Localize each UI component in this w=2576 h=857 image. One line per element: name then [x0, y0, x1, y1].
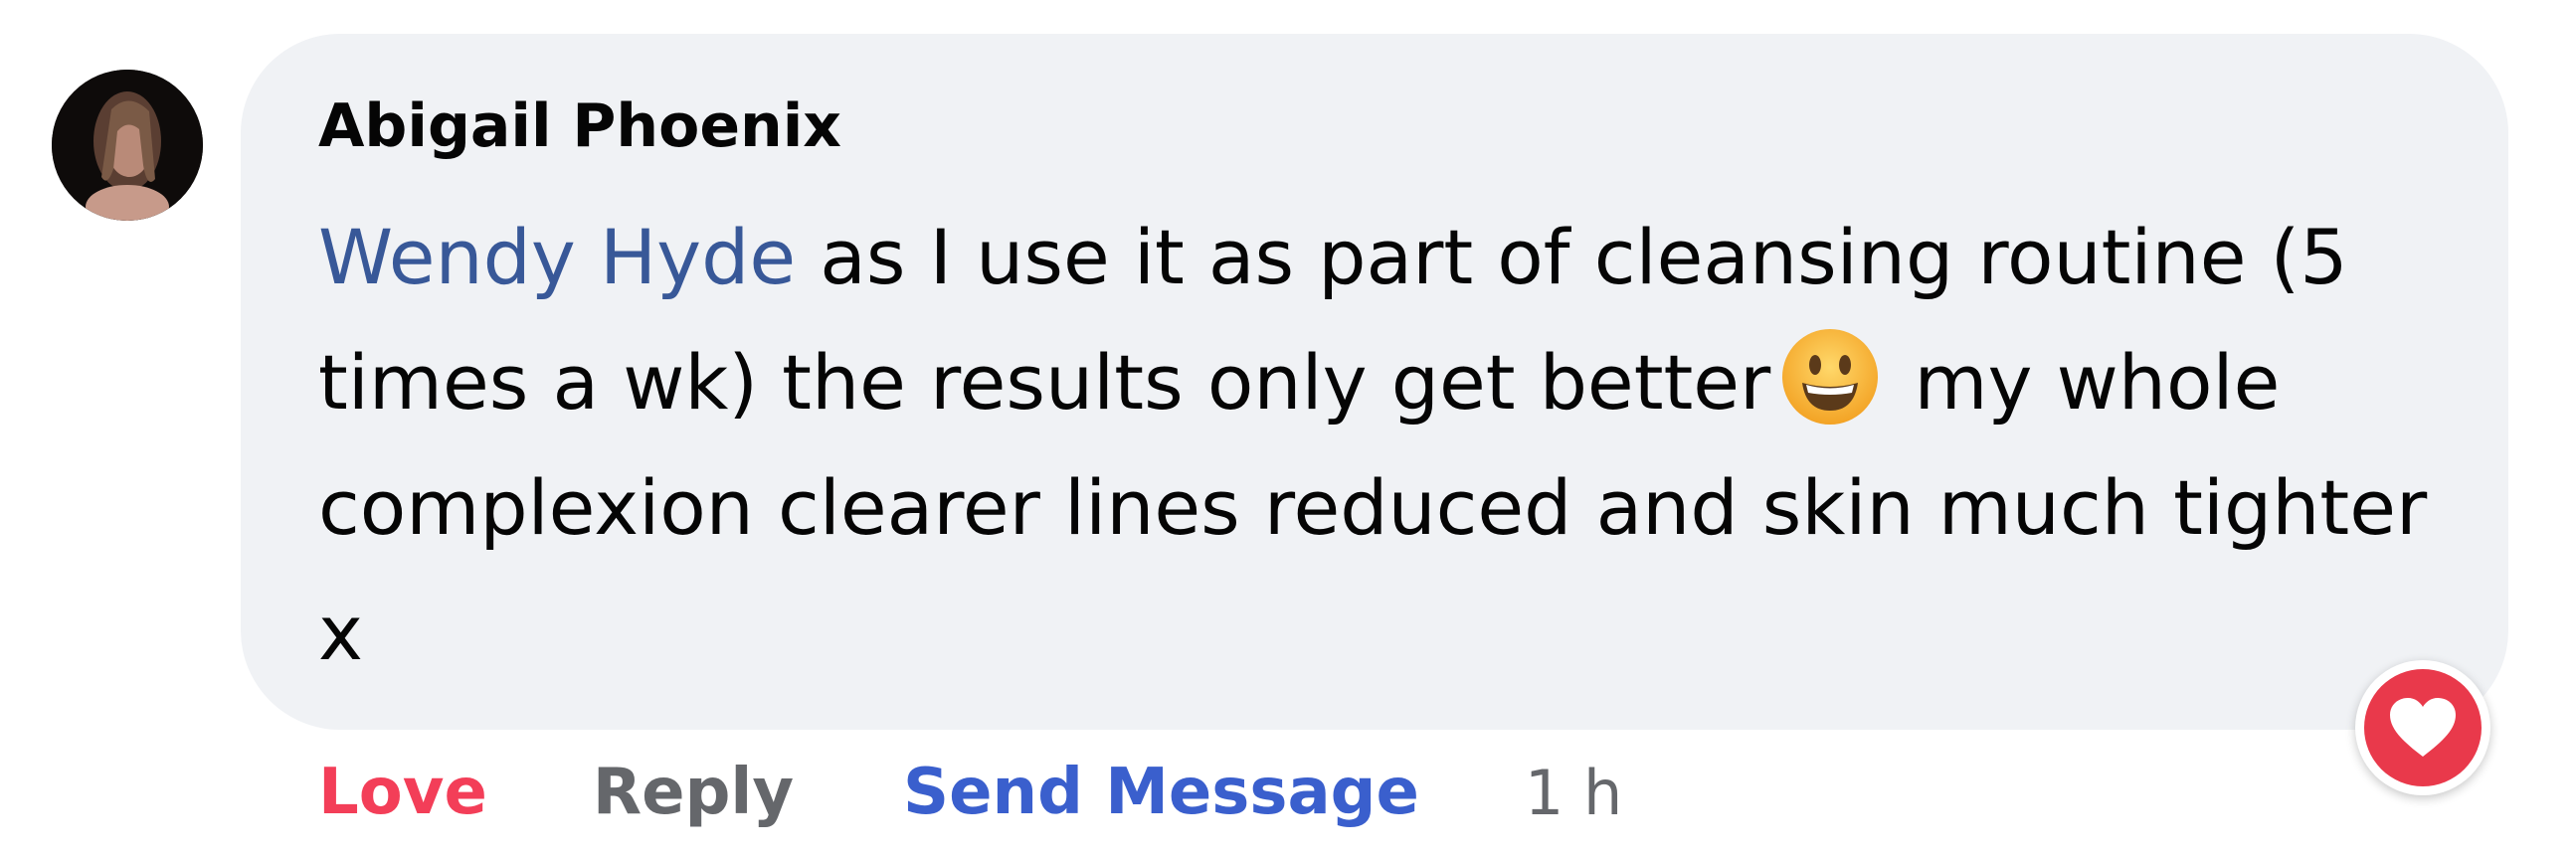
comment-actions: Love Reply Send Message 1 h [318, 748, 1622, 837]
avatar-photo [52, 70, 203, 221]
comment-author-name[interactable]: Abigail Phoenix [318, 91, 841, 161]
heart-icon [2390, 698, 2456, 757]
comment-timestamp[interactable]: 1 h [1525, 757, 1622, 829]
heart-reaction-icon[interactable] [2355, 660, 2490, 795]
heart-reaction-background [2364, 669, 2482, 786]
comment-text: Wendy Hyde as I use it as part of cleans… [318, 195, 2477, 696]
send-message-button[interactable]: Send Message [903, 756, 1419, 829]
grinning-face-emoji-icon [1780, 327, 1880, 427]
mention-link[interactable]: Wendy Hyde [318, 213, 796, 301]
reply-button[interactable]: Reply [593, 756, 794, 829]
love-button[interactable]: Love [318, 756, 487, 829]
avatar[interactable] [52, 70, 203, 221]
